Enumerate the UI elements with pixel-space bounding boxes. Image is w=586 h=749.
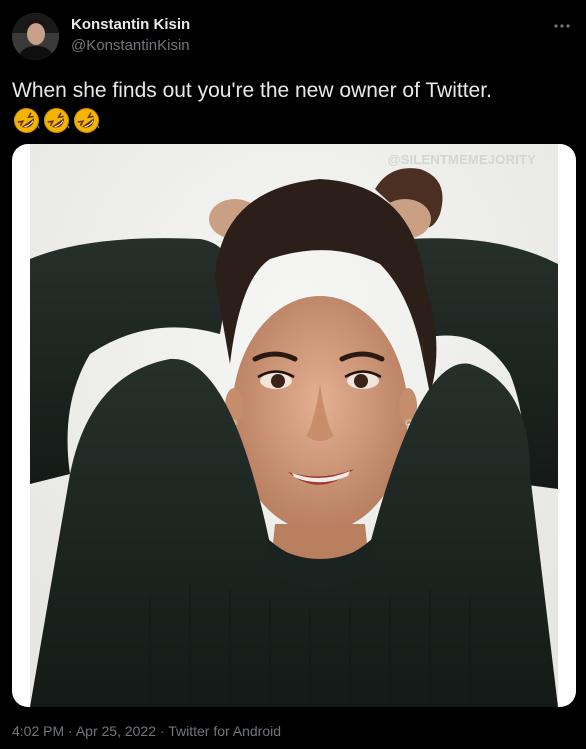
tweet-media[interactable]: @SILENTMEMEJORITY <box>12 144 576 707</box>
user-handle[interactable]: @KonstantinKisin <box>71 37 190 54</box>
tweet: Konstantin Kisin @KonstantinKisin When s… <box>0 0 586 749</box>
rolling-on-floor-laughing-icon <box>14 108 40 133</box>
emoji-row <box>13 107 100 134</box>
video-frame: @SILENTMEMEJORITY <box>30 144 558 707</box>
rolling-on-floor-laughing-icon <box>44 108 70 133</box>
media-watermark: @SILENTMEMEJORITY <box>387 152 536 167</box>
tweet-text: When she finds out you're the new owner … <box>12 79 492 102</box>
separator: · <box>159 723 165 739</box>
photo-illustration <box>30 144 558 707</box>
tweet-source[interactable]: Twitter for Android <box>168 723 281 739</box>
avatar[interactable] <box>12 13 59 60</box>
avatar-image <box>12 13 59 60</box>
display-name[interactable]: Konstantin Kisin <box>71 16 190 33</box>
tweet-meta: 4:02 PM · Apr 25, 2022 · Twitter for And… <box>12 723 281 739</box>
separator: · <box>68 723 73 739</box>
tweet-time[interactable]: 4:02 PM <box>12 723 64 739</box>
rolling-on-floor-laughing-icon <box>74 108 100 133</box>
ellipsis-icon[interactable] <box>550 14 574 38</box>
tweet-date[interactable]: Apr 25, 2022 <box>76 723 156 739</box>
